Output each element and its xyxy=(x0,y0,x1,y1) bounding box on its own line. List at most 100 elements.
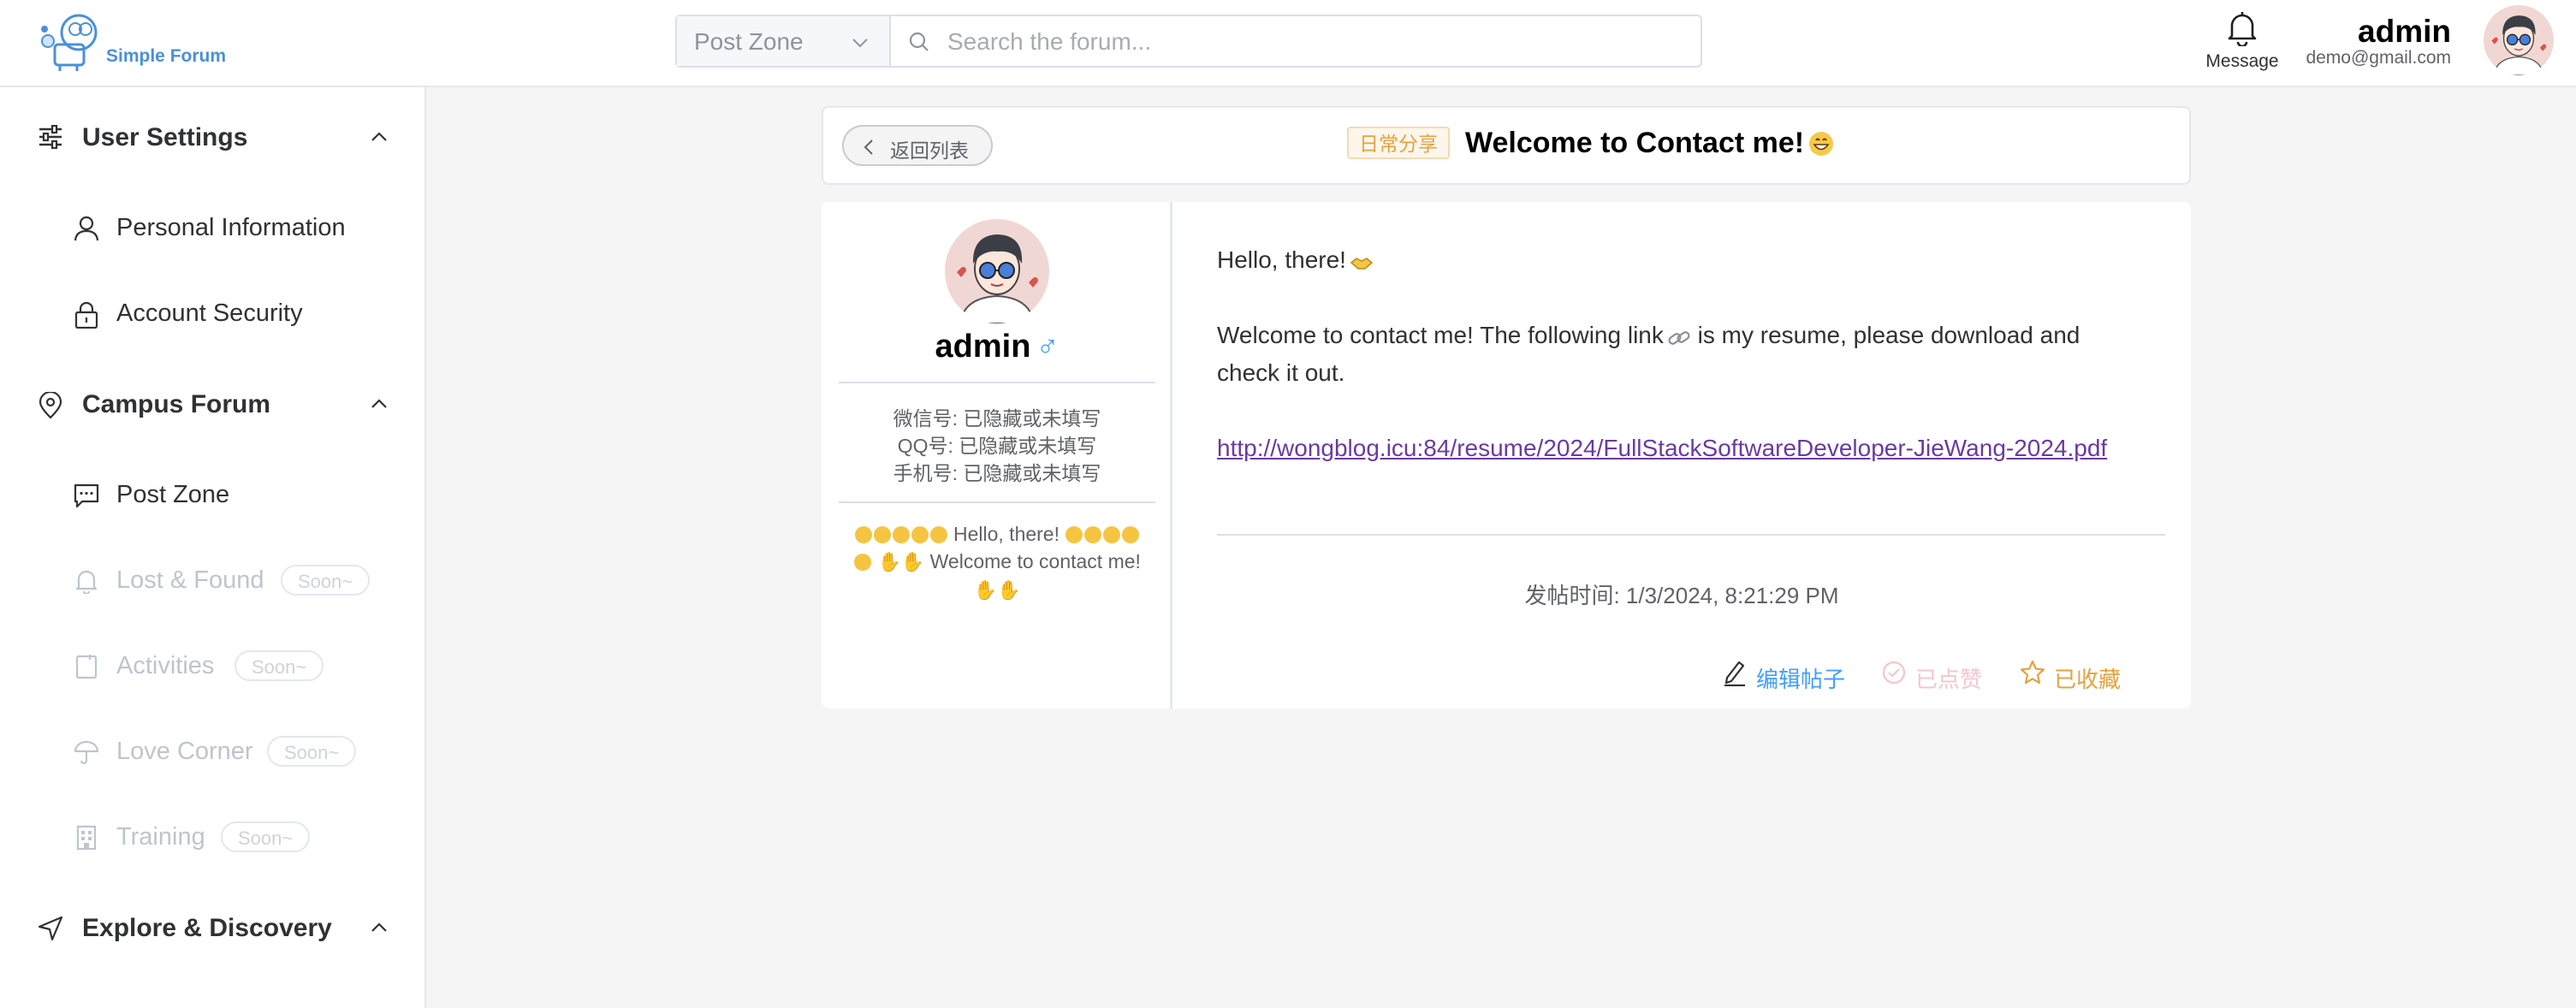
post-time: 发帖时间: 1/3/2024, 8:21:29 PM xyxy=(1524,583,1839,608)
grinning-emoji-icon xyxy=(892,526,910,543)
soon-badge: Soon~ xyxy=(234,650,324,681)
content-line1: Hello, there! xyxy=(1217,246,1346,273)
author-avatar[interactable] xyxy=(945,219,1049,323)
sidebar-item-love-corner[interactable]: Love Corner Soon~ xyxy=(0,717,424,786)
author-panel: admin ♂ 微信号: 已隐藏或未填写 QQ号: 已隐藏或未填写 手机号: 已隐… xyxy=(822,202,1172,709)
user-icon xyxy=(74,216,99,241)
header-user-name[interactable]: admin xyxy=(2358,14,2451,50)
sidebar-group-campus-forum[interactable]: Campus Forum xyxy=(0,370,424,438)
grinning-emoji-icon xyxy=(1809,132,1834,156)
link-icon xyxy=(1668,331,1690,345)
header-user-email: demo@gmail.com xyxy=(2306,48,2451,68)
soon-badge: Soon~ xyxy=(267,736,357,767)
check-circle-icon xyxy=(1882,661,1906,685)
logo-icon[interactable] xyxy=(38,12,103,72)
building-icon xyxy=(76,825,97,851)
soon-badge: Soon~ xyxy=(281,565,371,596)
search-input[interactable] xyxy=(946,21,1685,62)
sidebar-item-label: Account Security xyxy=(116,299,303,327)
grinning-emoji-icon xyxy=(929,526,947,543)
sidebar-item-label: Post Zone xyxy=(116,481,230,508)
author-phone: 手机号: 已隐藏或未填写 xyxy=(893,462,1101,484)
chevron-down-icon xyxy=(852,39,868,48)
sidebar-group-label: Explore & Discovery xyxy=(82,914,332,942)
bell-icon xyxy=(75,570,98,594)
sidebar-item-post-zone[interactable]: Post Zone xyxy=(0,460,424,529)
lock-icon xyxy=(74,301,98,329)
search-icon xyxy=(909,32,929,51)
post-category-tag: 日常分享 xyxy=(1347,127,1450,159)
sidebar-group-explore-discovery[interactable]: Explore & Discovery xyxy=(0,893,424,962)
favorite-label: 已收藏 xyxy=(2054,667,2122,692)
waving-hand-icon: ✋ xyxy=(900,551,925,572)
back-button-label: 返回列表 xyxy=(890,139,969,162)
sidebar-item-lost-found[interactable]: Lost & Found Soon~ xyxy=(0,546,424,614)
logo-text: Simple Forum xyxy=(106,46,227,66)
sidebar-group-label: User Settings xyxy=(82,123,248,151)
chevron-up-icon xyxy=(371,399,387,408)
chat-icon xyxy=(74,483,99,508)
grinning-emoji-icon xyxy=(873,526,891,543)
sidebar-item-training[interactable]: Training Soon~ xyxy=(0,803,424,871)
grinning-emoji-icon xyxy=(1122,526,1140,543)
zone-select-value: Post Zone xyxy=(694,28,804,55)
sidebar-group-user-settings[interactable]: User Settings xyxy=(0,103,424,171)
sidebar-item-label: Lost & Found xyxy=(116,566,264,594)
post-title-text: Welcome to Contact me! xyxy=(1465,127,1805,159)
sidebar-item-label: Activities xyxy=(116,652,215,679)
author-name-text: admin xyxy=(935,329,1031,365)
back-to-list-button[interactable]: 返回列表 xyxy=(842,125,993,166)
author-name: admin ♂ xyxy=(822,329,1172,365)
avatar-image xyxy=(945,219,1049,323)
grinning-emoji-icon xyxy=(911,526,929,543)
content-divider xyxy=(1217,534,2165,536)
sliders-icon xyxy=(39,125,62,149)
user-avatar[interactable] xyxy=(2484,5,2554,75)
chevron-up-icon xyxy=(371,132,387,141)
sidebar-item-account-security[interactable]: Account Security xyxy=(0,279,424,347)
sidebar-group-label: Campus Forum xyxy=(82,390,271,418)
raised-hand-icon: ✋ xyxy=(997,579,1021,601)
message-button[interactable]: Message xyxy=(2199,10,2285,79)
sidebar-item-label: Training xyxy=(116,823,205,851)
grinning-emoji-icon xyxy=(1103,526,1121,543)
sidebar-item-activities[interactable]: Activities Soon~ xyxy=(0,631,424,700)
content-line2b: is my resume, please download and xyxy=(1690,322,2080,348)
star-icon xyxy=(2020,660,2045,685)
post-title: Welcome to Contact me! xyxy=(1465,127,1835,160)
post-header: 返回列表 日常分享 Welcome to Contact me! xyxy=(822,106,2191,185)
grinning-emoji-icon xyxy=(1084,526,1102,543)
author-divider xyxy=(839,382,1155,383)
chevron-up-icon xyxy=(371,922,387,932)
post-content: Hello, there! Welcome to contact me! The… xyxy=(1172,202,2191,709)
author-bio: Hello, there! ✋✋ Welcome to contact me! … xyxy=(846,520,1149,604)
like-label: 已点赞 xyxy=(1915,667,1983,692)
zone-select[interactable]: Post Zone xyxy=(677,16,891,66)
author-qq: QQ号: 已隐藏或未填写 xyxy=(897,435,1097,457)
content-line3: check it out. xyxy=(1217,359,1345,386)
message-label: Message xyxy=(2205,51,2279,71)
search-bar: Post Zone xyxy=(675,15,1702,68)
sidebar-item-label: Personal Information xyxy=(116,214,346,241)
notebook-icon xyxy=(75,655,98,679)
grinning-emoji-icon xyxy=(854,554,872,571)
author-bio-line2: Welcome to contact xyxy=(929,550,1103,572)
resume-link[interactable]: http://wongblog.icu:84/resume/2024/FullS… xyxy=(1217,435,2107,462)
author-bio-line3: me! xyxy=(1107,550,1141,572)
top-header: Simple Forum Post Zone Message admin dem… xyxy=(0,0,2576,87)
sidebar-item-personal-information[interactable]: Personal Information xyxy=(0,193,424,262)
sidebar: User Settings Personal Information Accou… xyxy=(0,87,426,1008)
grinning-emoji-icon xyxy=(1065,526,1083,543)
content-line: Hello, there! xyxy=(1217,246,1374,274)
grinning-emoji-icon xyxy=(854,526,872,543)
umbrella-icon xyxy=(74,740,99,765)
sidebar-item-label: Love Corner xyxy=(116,738,253,765)
content-line: Welcome to contact me! The following lin… xyxy=(1217,322,2080,349)
edit-post-label: 编辑帖子 xyxy=(1756,667,1846,692)
chevron-left-icon xyxy=(864,139,873,155)
soon-badge: Soon~ xyxy=(221,821,311,852)
waving-hand-icon: ✋ xyxy=(877,551,901,572)
bell-icon xyxy=(2228,12,2257,46)
handshake-icon xyxy=(1350,258,1374,270)
raised-hand-icon: ✋ xyxy=(973,579,997,601)
